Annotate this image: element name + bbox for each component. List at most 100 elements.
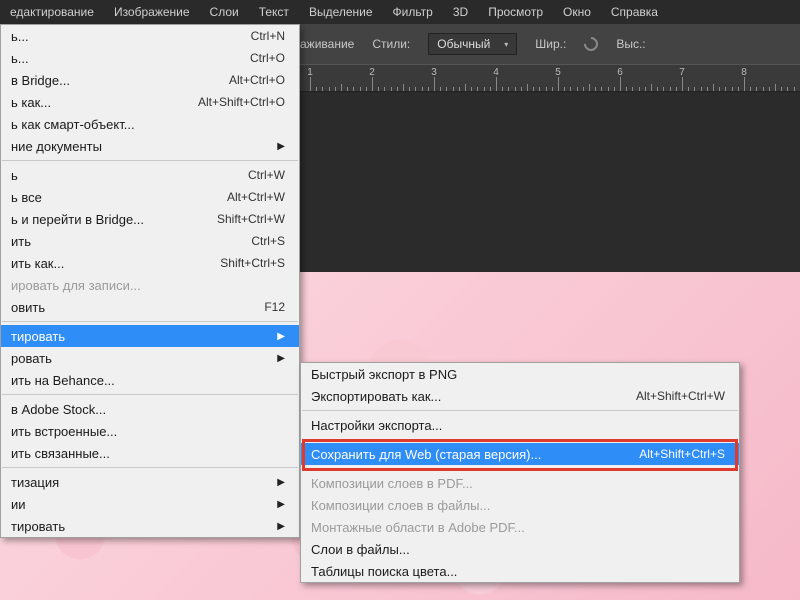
menu-item-label: ровать (11, 351, 52, 366)
export-menu-item[interactable]: Слои в файлы... (301, 538, 739, 560)
menu-shortcut: Ctrl+S (251, 234, 285, 248)
export-menu-item[interactable]: Экспортировать как...Alt+Shift+Ctrl+W (301, 385, 739, 407)
menu-изображение[interactable]: Изображение (104, 0, 200, 24)
menu-item-label: тизация (11, 475, 59, 490)
menu-текст[interactable]: Текст (249, 0, 299, 24)
submenu-arrow-icon: ▶ (277, 499, 285, 510)
menu-item-label: ить встроенные... (11, 424, 117, 439)
menu-item-label: Композиции слоев в файлы... (311, 498, 490, 513)
menu-просмотр[interactable]: Просмотр (478, 0, 553, 24)
menu-item-label: ь как смарт-объект... (11, 117, 135, 132)
file-menu-item[interactable]: ить встроенные... (1, 420, 299, 442)
menu-item-label: ь (11, 168, 18, 183)
menu-едактирование[interactable]: едактирование (0, 0, 104, 24)
file-menu-item[interactable]: ить как... Shift+Ctrl+S (1, 252, 299, 274)
menu-item-label: ь... (11, 29, 29, 44)
menu-item-label: ить как... (11, 256, 64, 271)
menu-item-label: Быстрый экспорт в PNG (311, 367, 457, 382)
file-menu-item[interactable]: в Bridge... Alt+Ctrl+O (1, 69, 299, 91)
export-menu-item[interactable]: Таблицы поиска цвета... (301, 560, 739, 582)
menu-item-label: тировать (11, 519, 65, 534)
file-menu-item[interactable]: ить связанные... (1, 442, 299, 464)
export-menu-item[interactable]: Сохранить для Web (старая версия)... Alt+… (301, 443, 739, 465)
menu-item-label: ить (11, 234, 31, 249)
horizontal-ruler: 12345678 (300, 64, 800, 92)
submenu-arrow-icon: ▶ (277, 477, 285, 488)
file-menu-item[interactable]: ь все Alt+Ctrl+W (1, 186, 299, 208)
style-dropdown-value: Обычный (437, 37, 490, 51)
export-submenu: Быстрый экспорт в PNG Экспортировать как.… (300, 362, 740, 583)
menu-item-label: ии (11, 497, 26, 512)
menu-shortcut: Ctrl+O (250, 51, 285, 65)
width-label: Шир.: (535, 37, 566, 51)
menu-item-label: в Adobe Stock... (11, 402, 106, 417)
menu-слои[interactable]: Слои (200, 0, 249, 24)
menu-item-label: ить на Behance... (11, 373, 115, 388)
file-menu-item[interactable]: ь как... Alt+Shift+Ctrl+O (1, 91, 299, 113)
menu-shortcut: Alt+Ctrl+W (227, 190, 285, 204)
menu-shortcut: Ctrl+N (251, 29, 285, 43)
file-menu-item[interactable]: ь и перейти в Bridge... Shift+Ctrl+W (1, 208, 299, 230)
menu-3d[interactable]: 3D (443, 0, 478, 24)
file-menu: ь... Ctrl+N ь... Ctrl+O в Bridge... Alt+Ctrl+… (0, 24, 300, 538)
export-menu-item: Композиции слоев в PDF... (301, 472, 739, 494)
smoothing-label: аживание (300, 37, 354, 51)
file-menu-item[interactable]: ии ▶ (1, 493, 299, 515)
file-menu-item[interactable]: ровать ▶ (1, 347, 299, 369)
file-menu-item[interactable]: ь... Ctrl+N (1, 25, 299, 47)
menu-item-label: Слои в файлы... (311, 542, 410, 557)
chevron-down-icon: ▾ (502, 40, 510, 48)
menu-item-label: Композиции слоев в PDF... (311, 476, 473, 491)
file-menu-item[interactable]: ить Ctrl+S (1, 230, 299, 252)
file-menu-item[interactable]: тизация ▶ (1, 471, 299, 493)
menu-item-label: ь как... (11, 95, 51, 110)
file-menu-item[interactable]: тировать ▶ (1, 515, 299, 537)
export-menu-item: Композиции слоев в файлы... (301, 494, 739, 516)
menu-item-label: Таблицы поиска цвета... (311, 564, 457, 579)
style-dropdown[interactable]: Обычный ▾ (428, 33, 517, 55)
menu-item-label: Сохранить для Web (старая версия)... (311, 447, 541, 462)
file-menu-item[interactable]: ь... Ctrl+O (1, 47, 299, 69)
submenu-arrow-icon: ▶ (277, 141, 285, 152)
menu-окно[interactable]: Окно (553, 0, 601, 24)
menu-item-label: овить (11, 300, 45, 315)
file-menu-item: ировать для записи... (1, 274, 299, 296)
submenu-arrow-icon: ▶ (277, 521, 285, 532)
menu-item-label: ировать для записи... (11, 278, 141, 293)
menu-shortcut: Alt+Shift+Ctrl+W (636, 389, 725, 403)
menu-shortcut: Shift+Ctrl+S (220, 256, 285, 270)
menu-shortcut: Alt+Shift+Ctrl+S (639, 447, 725, 461)
menu-выделение[interactable]: Выделение (299, 0, 383, 24)
menu-справка[interactable]: Справка (601, 0, 668, 24)
menu-item-label: в Bridge... (11, 73, 70, 88)
menu-item-label: ь и перейти в Bridge... (11, 212, 144, 227)
file-menu-item[interactable]: тировать ▶ (1, 325, 299, 347)
menu-item-label: ить связанные... (11, 446, 110, 461)
file-menu-item[interactable]: ние документы ▶ (1, 135, 299, 157)
height-label: Выс.: (616, 37, 645, 51)
file-menu-item[interactable]: ь Ctrl+W (1, 164, 299, 186)
menu-item-label: тировать (11, 329, 65, 344)
file-menu-item[interactable]: ь как смарт-объект... (1, 113, 299, 135)
menu-shortcut: Ctrl+W (248, 168, 285, 182)
export-menu-item[interactable]: Настройки экспорта... (301, 414, 739, 436)
menu-item-label: ь... (11, 51, 29, 66)
file-menu-item[interactable]: овить F12 (1, 296, 299, 318)
menu-item-label: ние документы (11, 139, 102, 154)
menu-shortcut: Shift+Ctrl+W (217, 212, 285, 226)
submenu-arrow-icon: ▶ (277, 331, 285, 342)
menu-shortcut: F12 (264, 300, 285, 314)
menu-item-label: ь все (11, 190, 42, 205)
submenu-arrow-icon: ▶ (277, 353, 285, 364)
export-menu-item[interactable]: Быстрый экспорт в PNG (301, 363, 739, 385)
menu-item-label: Настройки экспорта... (311, 418, 442, 433)
swap-icon[interactable] (581, 34, 601, 54)
export-menu-item: Монтажные области в Adobe PDF... (301, 516, 739, 538)
menu-shortcut: Alt+Ctrl+O (229, 73, 285, 87)
styles-label: Стили: (372, 37, 410, 51)
menu-фильтр[interactable]: Фильтр (383, 0, 443, 24)
menu-bar: едактированиеИзображениеСлоиТекстВыделен… (0, 0, 800, 24)
menu-shortcut: Alt+Shift+Ctrl+O (198, 95, 285, 109)
file-menu-item[interactable]: в Adobe Stock... (1, 398, 299, 420)
file-menu-item[interactable]: ить на Behance... (1, 369, 299, 391)
